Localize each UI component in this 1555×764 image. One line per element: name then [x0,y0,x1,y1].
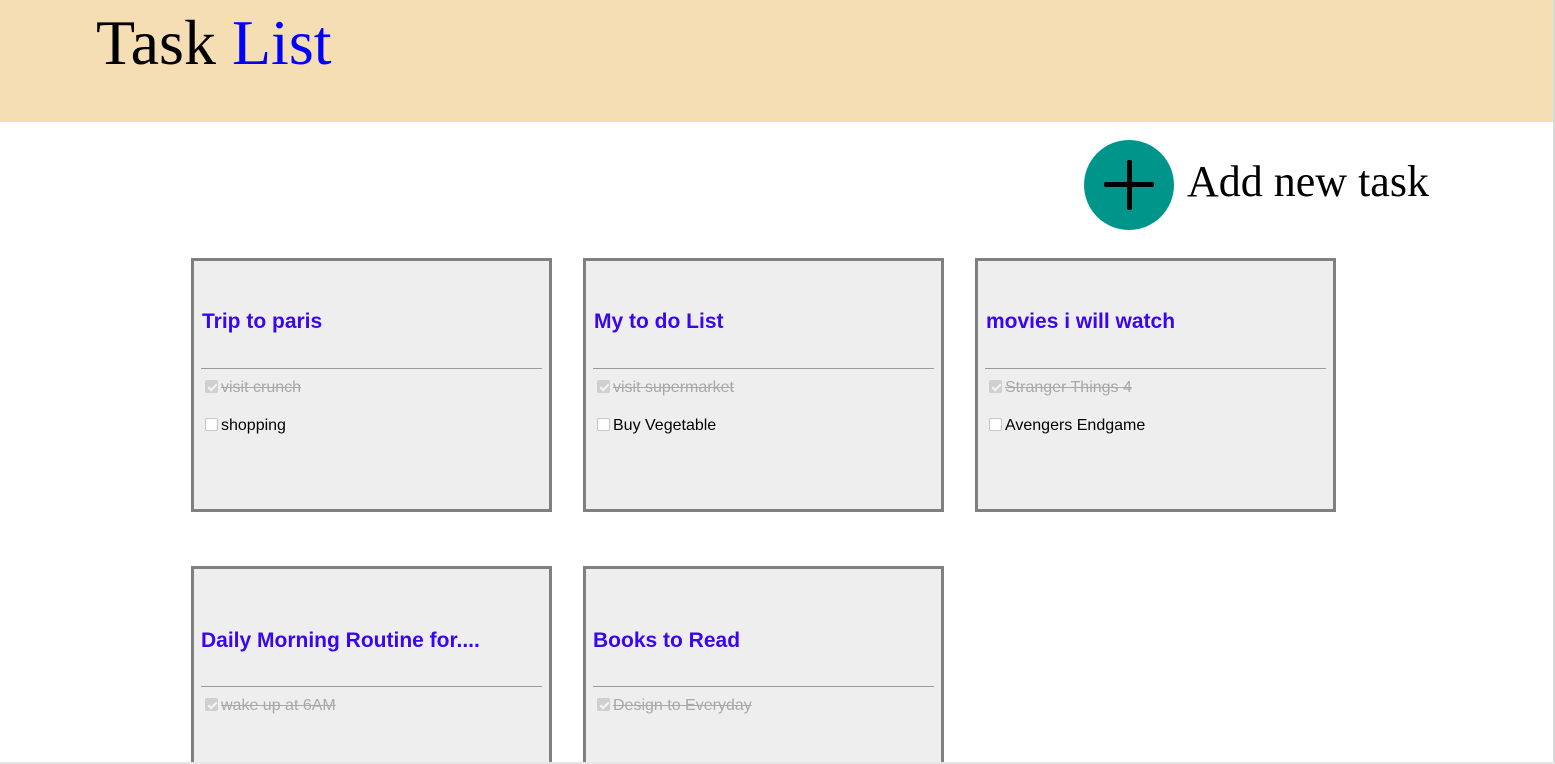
task-checkbox[interactable] [205,417,218,431]
task-item: visit supermarket [597,378,734,398]
task-item: visit crunch [205,378,301,398]
task-text: Buy Vegetable [613,417,717,434]
task-text: Stranger Things 4 [1005,379,1132,396]
task-text: visit crunch [221,379,302,396]
add-new-task-button[interactable] [1084,140,1174,230]
header-bar: Task List [0,0,1553,122]
card-divider [593,368,934,369]
task-list-page: Task List Add new task Trip to paris vis… [0,0,1555,764]
task-text: Design to Everyday [613,697,752,714]
task-checkbox[interactable] [597,379,610,393]
task-checkbox[interactable] [597,417,610,431]
card-title[interactable]: movies i will watch [986,309,1326,335]
page-title: Task List [96,8,332,78]
card-divider [201,368,542,369]
task-card: My to do List visit supermarket Buy Vege… [583,258,944,512]
card-title[interactable]: Daily Morning Routine for.... [201,628,541,654]
task-text: shopping [221,417,286,434]
task-text: wake up at 6AM [221,697,336,714]
card-divider [985,368,1326,369]
task-item: wake up at 6AM [205,696,336,716]
task-text: Avengers Endgame [1005,417,1146,434]
task-item: Buy Vegetable [597,416,716,436]
task-item: Avengers Endgame [989,416,1145,436]
task-checkbox[interactable] [989,379,1002,393]
card-title[interactable]: Books to Read [593,628,933,654]
task-checkbox[interactable] [205,697,218,711]
task-item: shopping [205,416,286,436]
task-item: Stranger Things 4 [989,378,1132,398]
task-checkbox[interactable] [205,379,218,393]
task-card: movies i will watch Stranger Things 4 Av… [975,258,1336,512]
task-card: Daily Morning Routine for.... wake up at… [191,566,552,764]
task-item: Design to Everyday [597,696,752,716]
task-text: visit supermarket [613,379,734,396]
task-card: Books to Read Design to Everyday [583,566,944,764]
card-title[interactable]: Trip to paris [202,309,542,335]
title-word-list: List [231,7,332,78]
card-divider [593,686,934,687]
task-checkbox[interactable] [597,697,610,711]
card-title[interactable]: My to do List [594,309,934,335]
plus-icon-vertical-bar [1127,160,1132,210]
task-checkbox[interactable] [989,417,1002,431]
add-new-task-label[interactable]: Add new task [1187,156,1429,208]
task-card: Trip to paris visit crunch shopping [191,258,552,512]
title-word-task: Task [96,7,216,78]
card-divider [201,686,542,687]
